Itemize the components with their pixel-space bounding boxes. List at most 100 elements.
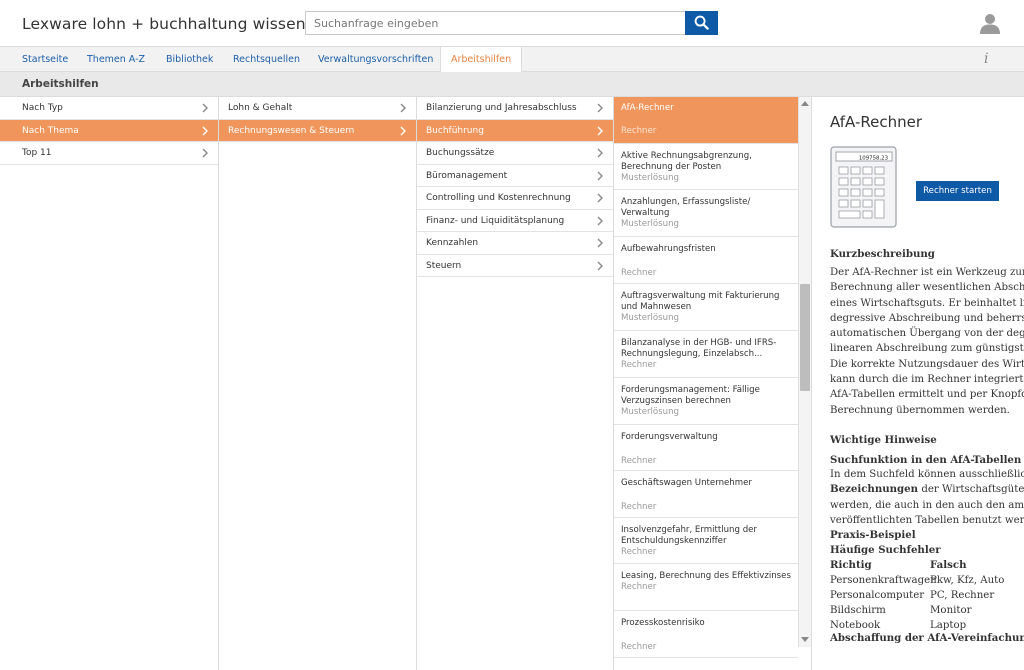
list-item-label: Finanz- und Liquiditätsplanung	[426, 215, 565, 226]
list-item[interactable]: Prozesskostenrisiko Rechner	[614, 611, 798, 658]
calculator-icon: 109758,23	[830, 146, 897, 228]
list-item[interactable]: Aufbewahrungsfristen Rechner	[614, 237, 798, 284]
suchfehler-table: Richtig Falsch Personenkraftwagen Pkw, K…	[830, 558, 1020, 638]
table-cell: Pkw, Kfz, Auto	[930, 575, 1005, 586]
item-type: Musterlösung	[621, 173, 679, 183]
item-type: Rechner	[621, 547, 657, 557]
scroll-up-arrow-icon[interactable]	[801, 101, 809, 106]
tab-themen-a-z[interactable]: Themen A-Z	[77, 47, 155, 72]
text-line: veröffentlichten Tabellen benutzt werde	[830, 514, 1024, 526]
text-line: automatischen Übergang von der degres	[830, 328, 1024, 340]
list-item[interactable]: Buchungssätze	[417, 142, 613, 165]
text-line: Die korrekte Nutzungsdauer des Wirtsch	[830, 358, 1024, 370]
item-title: AfA-Rechner	[621, 103, 674, 113]
list-item[interactable]: Buchführung	[417, 119, 613, 142]
list-item[interactable]: Top 11	[0, 142, 218, 165]
chevron-right-icon	[597, 148, 603, 158]
list-item[interactable]: Geschäftswagen Unternehmer Rechner	[614, 471, 798, 518]
table-cell: Laptop	[930, 620, 967, 631]
table-cell: Bildschirm	[830, 605, 886, 616]
item-type: Rechner	[621, 642, 657, 652]
list-item[interactable]: Steuern	[417, 255, 613, 277]
table-header-falsch: Falsch	[930, 559, 967, 571]
suchfunktion-text: In dem Suchfeld können ausschließlich Be…	[830, 467, 1024, 528]
text-line: kann durch die im Rechner integrierten	[830, 374, 1024, 386]
abschaffung-heading: Abschaffung der AfA-Vereinfachungsre	[830, 632, 1024, 644]
column-topic: Bilanzierung und Jahresabschluss Buchfüh…	[417, 97, 614, 670]
text-line: Der AfA-Rechner ist ein Werkzeug zur s	[830, 267, 1024, 278]
list-scrollbar[interactable]	[798, 97, 811, 647]
search-button[interactable]	[685, 11, 718, 35]
list-item[interactable]: Büromanagement	[417, 165, 613, 187]
tab-startseite[interactable]: Startseite	[12, 47, 78, 72]
user-icon[interactable]	[979, 12, 1001, 34]
hinweise-heading: Wichtige Hinweise	[830, 434, 937, 446]
list-item[interactable]: Forderungsverwaltung Rechner	[614, 425, 798, 471]
tab-bibliothek[interactable]: Bibliothek	[156, 47, 223, 72]
item-type: Rechner	[621, 502, 657, 512]
list-item[interactable]: Finanz- und Liquiditätsplanung	[417, 210, 613, 232]
list-item[interactable]: Bilanzanalyse in der HGB- und IFRS-Rechn…	[614, 331, 798, 378]
chevron-right-icon	[202, 148, 208, 158]
item-type: Musterlösung	[621, 313, 679, 323]
list-item[interactable]: Insolvenzgefahr, Ermittlung der Entschul…	[614, 518, 798, 564]
text-line: eines Wirtschaftsguts. Er beinhaltet lin…	[830, 297, 1024, 309]
item-type: Rechner	[621, 582, 657, 592]
item-title: Aufbewahrungsfristen	[621, 244, 716, 254]
list-item[interactable]: Nach Typ	[0, 97, 218, 120]
list-item-label: Nach Typ	[22, 103, 63, 113]
list-item[interactable]: Kennzahlen	[417, 232, 613, 255]
list-item[interactable]: Leasing, Berechnung des Effektivzinses R…	[614, 564, 798, 611]
item-type: Rechner	[621, 360, 657, 370]
list-item[interactable]: Rechnungswesen & Steuern	[219, 119, 416, 142]
section-title: Arbeitshilfen	[22, 78, 99, 90]
text-line: Berechnung aller wesentlichen Abschrei	[830, 282, 1024, 294]
search-input[interactable]	[306, 12, 686, 34]
item-type: Rechner	[621, 268, 657, 278]
chevron-right-icon	[597, 261, 603, 270]
item-title: Anzahlungen, Erfassungsliste/ Verwaltung	[621, 197, 751, 218]
calculator-display: 109758,23	[859, 155, 888, 161]
detail-panel: AfA-Rechner 109758,23 Rechner starten Ku…	[812, 97, 1024, 670]
list-item-label: Rechnungswesen & Steuern	[228, 125, 355, 136]
table-cell: PC, Rechner	[930, 590, 995, 601]
text-line: degressive Abschreibung und beherrscht	[830, 312, 1024, 324]
logo[interactable]: Lexware lohn + buchhaltung wissen	[22, 15, 306, 33]
list-item-label: Controlling und Kostenrechnung	[426, 193, 571, 203]
text-line: Bezeichnungen der Wirtschaftsgüter ve	[830, 482, 1024, 497]
tab-rechtsquellen[interactable]: Rechtsquellen	[223, 47, 310, 72]
chevron-right-icon	[400, 126, 406, 135]
text-line: In dem Suchfeld können ausschließlich	[830, 469, 1024, 480]
scroll-down-arrow-icon[interactable]	[801, 637, 809, 642]
list-item[interactable]: Forderungsmanagement: Fällige Verzugszin…	[614, 378, 798, 425]
start-calculator-button[interactable]: Rechner starten	[916, 181, 999, 201]
table-header-richtig: Richtig	[830, 559, 872, 571]
list-item[interactable]: AfA-Rechner Rechner	[614, 97, 798, 144]
item-type: Rechner	[621, 126, 657, 136]
item-title: Forderungsverwaltung	[621, 432, 718, 442]
text-line: AfA-Tabellen ermittelt und per Knopfdr	[830, 389, 1024, 401]
list-item[interactable]: Controlling und Kostenrechnung	[417, 187, 613, 210]
list-item[interactable]: Nach Thema	[0, 119, 218, 142]
list-item-label: Top 11	[22, 148, 52, 158]
section-bar: Arbeitshilfen	[0, 72, 1024, 97]
item-type: Rechner	[621, 456, 657, 466]
scroll-thumb[interactable]	[800, 284, 810, 391]
text-line: werden, die auch in den auch den amtli	[830, 499, 1024, 511]
list-item[interactable]: Lohn & Gehalt	[219, 97, 416, 120]
tab-verwaltungsvorschriften[interactable]: Verwaltungsvorschriften	[308, 47, 443, 72]
list-item[interactable]: Anzahlungen, Erfassungsliste/ Verwaltung…	[614, 190, 798, 237]
list-item[interactable]: Auftragsverwaltung mit Fakturierung und …	[614, 284, 798, 331]
header: Lexware lohn + buchhaltung wissen	[0, 0, 1024, 46]
item-title: Insolvenzgefahr, Ermittlung der Entschul…	[621, 525, 757, 546]
list-item[interactable]: Bilanzierung und Jahresabschluss	[417, 97, 613, 120]
item-title: Aktive Rechnungsabgrenzung, Berechnung d…	[621, 151, 752, 172]
tab-arbeitshilfen[interactable]: Arbeitshilfen	[440, 47, 523, 73]
list-item[interactable]: Aktive Rechnungsabgrenzung, Berechnung d…	[614, 144, 798, 190]
info-icon[interactable]: i	[984, 51, 988, 67]
list-item-label: Buchungssätze	[426, 148, 495, 158]
table-cell: Monitor	[930, 605, 972, 616]
suchfunktion-heading: Suchfunktion in den AfA-Tabellen	[830, 454, 1022, 466]
text-rest: der Wirtschaftsgüter ve	[921, 484, 1024, 496]
chevron-right-icon	[597, 193, 603, 203]
